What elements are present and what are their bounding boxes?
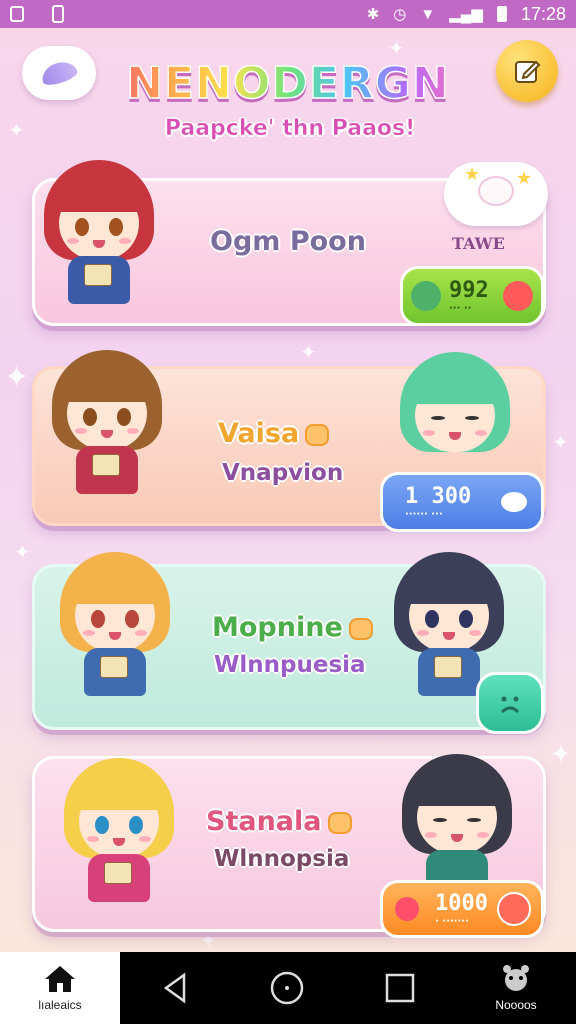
apple-icon [503, 281, 533, 311]
status-bar: ✱ ◷ ▼ ▂▄▆ 17:28 [0, 0, 576, 28]
edit-button[interactable] [496, 40, 558, 102]
sparkle-icon: ✦ [388, 36, 405, 60]
paw-icon [503, 965, 529, 991]
cloud-menu-button[interactable] [22, 46, 96, 100]
alarm-icon: ◷ [393, 5, 407, 23]
bowl-icon [497, 892, 531, 926]
avatar-brown-hair [42, 350, 172, 500]
sparkle-icon: ✦ [14, 540, 31, 564]
sad-face-button[interactable] [476, 672, 544, 734]
wifi-icon: ▼ [420, 5, 436, 23]
whale-icon [501, 492, 527, 512]
sticker-icon [305, 423, 330, 446]
strawberry-icon [395, 897, 419, 921]
sticker-icon [327, 811, 352, 834]
card-2-subname: Vnapvion [222, 460, 344, 486]
dino-icon [411, 281, 441, 311]
card-3-name: Mopnine [212, 612, 373, 643]
card-4-name-text: Stanala [206, 806, 322, 837]
avatar-blonde-bear [54, 758, 184, 908]
card-2-points-pill[interactable]: 1 300 ······ ··· [380, 472, 544, 532]
app-subtitle: Paapcke' thn Paaos! [164, 116, 416, 142]
sparkle-icon: ✦ [552, 430, 569, 454]
sparkle-icon: ✦ [4, 360, 30, 395]
sparkle-icon: ✦ [300, 340, 317, 364]
card-4-subname: Wlnnopsia [214, 846, 350, 872]
card-1-name: Ogm Poon [210, 226, 366, 257]
nav-home-tab[interactable]: lıaleaics [0, 952, 120, 1024]
card-2-name-text: Vaisa [218, 418, 300, 449]
card-4-points-sub: · ······· [435, 916, 469, 927]
signal-icon: ▂▄▆ [449, 5, 483, 23]
sad-face-icon [500, 696, 520, 714]
card-3-name-text: Mopnine [212, 612, 343, 643]
avatar-blonde-bow [50, 552, 180, 702]
card-2-points: 1 300 [405, 484, 472, 509]
back-icon[interactable] [160, 971, 190, 1005]
card-4-points-pill[interactable]: 1000 · ······· [380, 880, 544, 938]
card-3-subname: Wlnnpuesia [214, 652, 366, 678]
app-title: NENODERGN [110, 61, 466, 107]
card-1-points-pill[interactable]: 992 ··· ·· [400, 266, 544, 326]
card-4-name: Stanala [206, 806, 352, 837]
star-icon: ★ [464, 164, 481, 185]
cloud-mascot: ★ ★ [444, 162, 548, 226]
card-1-points-sub: ··· ·· [449, 303, 472, 314]
card-2-name: Vaisa [218, 418, 330, 449]
card-4-points: 1000 [435, 891, 488, 916]
sparkle-icon: ✦ [550, 740, 572, 770]
leaf-icon [38, 57, 80, 89]
avatar-red-hair [34, 160, 164, 310]
sticker-icon [348, 617, 373, 640]
bottom-nav: lıaleaics Noooos [0, 952, 576, 1024]
status-time: 17:28 [520, 3, 566, 24]
card-1-tag: TAWE [452, 234, 505, 253]
card-1-points: 992 [449, 278, 489, 303]
nav-right-label: Noooos [495, 998, 537, 1012]
recents-icon[interactable] [384, 972, 416, 1004]
notification-icon [10, 6, 24, 22]
nav-right-tab[interactable]: Noooos [456, 952, 576, 1024]
phone-icon [52, 5, 64, 23]
home-icon [45, 966, 75, 992]
nav-home-label: lıaleaics [38, 998, 82, 1012]
edit-icon [515, 60, 541, 83]
battery-icon [496, 6, 507, 22]
bluetooth-icon: ✱ [366, 5, 380, 23]
sparkle-icon: ✦ [8, 118, 25, 142]
home-circle-icon[interactable] [269, 970, 305, 1006]
card-2-points-sub: ······ ··· [405, 509, 443, 520]
star-icon: ★ [516, 168, 533, 189]
